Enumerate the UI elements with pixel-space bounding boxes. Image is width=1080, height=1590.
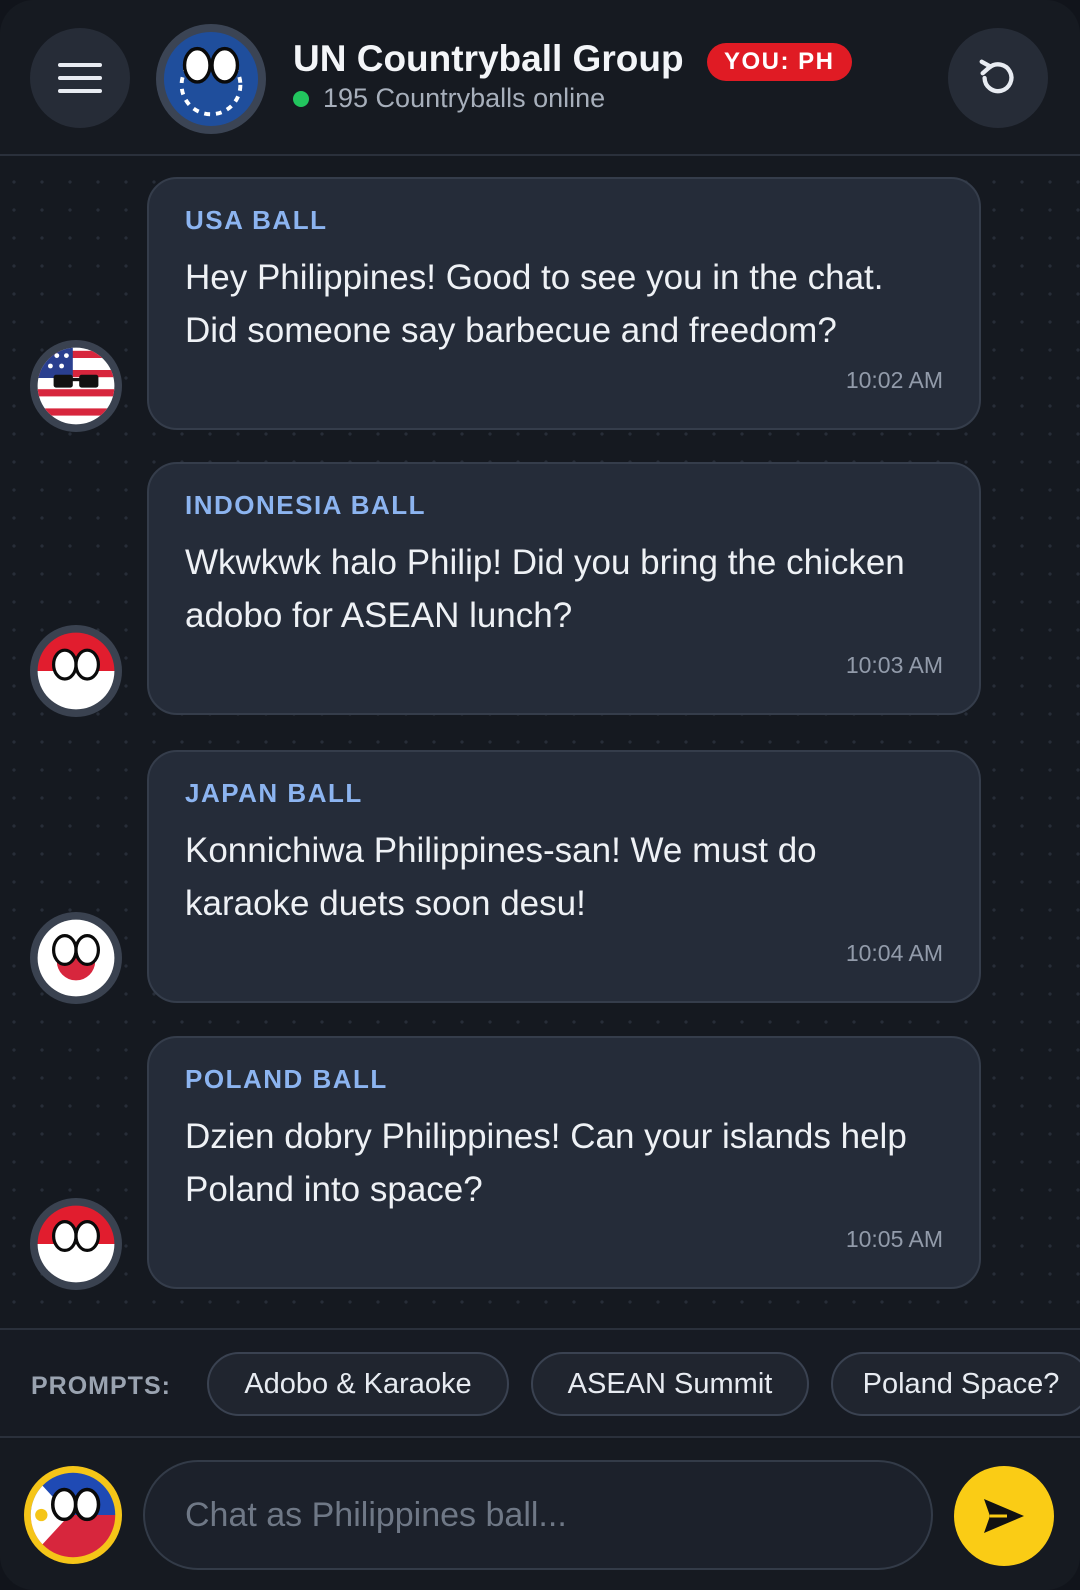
poland-ball-avatar[interactable] xyxy=(30,1198,122,1290)
message-timestamp: 10:04 AM xyxy=(845,940,943,966)
chat-header: UN Countryball Group YOU: PH 195 Country… xyxy=(0,0,1080,156)
message-text: Dzien dobry Philippines! Can your island… xyxy=(185,1117,907,1209)
indonesia-ball-icon xyxy=(37,632,115,710)
message-text: Wkwkwk halo Philip! Did you bring the ch… xyxy=(185,543,905,635)
chat-app: UN Countryball Group YOU: PH 195 Country… xyxy=(0,0,1080,1590)
prompts-label: PROMPTS: xyxy=(31,1372,171,1400)
prompt-bar: PROMPTS: Adobo & Karaoke ASEAN Summit Po… xyxy=(0,1328,1080,1438)
message-composer xyxy=(0,1440,1080,1590)
menu-button[interactable] xyxy=(30,28,130,128)
poland-ball-icon xyxy=(37,1205,115,1283)
hamburger-menu-icon xyxy=(58,63,102,93)
message-timestamp: 10:03 AM xyxy=(845,652,943,678)
message-text: Konnichiwa Philippines-san! We must do k… xyxy=(185,831,817,923)
message-sender: USA BALL xyxy=(185,205,328,235)
prompt-chip-adobo[interactable]: Adobo & Karaoke xyxy=(207,1352,509,1416)
group-avatar[interactable] xyxy=(156,24,266,134)
philippines-ball-icon xyxy=(30,1472,116,1558)
refresh-button[interactable] xyxy=(948,28,1048,128)
online-count: 195 Countryballs online xyxy=(323,83,606,113)
online-status-dot xyxy=(293,91,309,107)
chat-input[interactable] xyxy=(143,1460,933,1570)
message-sender: POLAND BALL xyxy=(185,1064,388,1094)
message-bubble: INDONESIA BALL Wkwkwk halo Philip! Did y… xyxy=(147,462,981,715)
message-timestamp: 10:02 AM xyxy=(845,367,943,393)
message-bubble: JAPAN BALL Konnichiwa Philippines-san! W… xyxy=(147,750,981,1003)
usa-ball-avatar[interactable] xyxy=(30,340,122,432)
prompt-chip-asean[interactable]: ASEAN Summit xyxy=(531,1352,809,1416)
group-title: UN Countryball Group xyxy=(293,38,684,79)
refresh-icon xyxy=(979,59,1014,94)
send-button[interactable] xyxy=(954,1466,1054,1566)
message-bubble: USA BALL Hey Philippines! Good to see yo… xyxy=(147,177,981,430)
send-icon xyxy=(984,1499,1024,1533)
user-badge: YOU: PH xyxy=(707,43,852,81)
un-ball-icon xyxy=(163,31,259,127)
message-sender: INDONESIA BALL xyxy=(185,490,427,520)
message-sender: JAPAN BALL xyxy=(185,778,363,808)
message-bubble: POLAND BALL Dzien dobry Philippines! Can… xyxy=(147,1036,981,1289)
prompt-chip-poland[interactable]: Poland Space? xyxy=(831,1352,1080,1416)
message-text: Hey Philippines! Good to see you in the … xyxy=(185,258,884,350)
message-timestamp: 10:05 AM xyxy=(845,1226,943,1252)
usa-ball-icon xyxy=(37,347,115,425)
indonesia-ball-avatar[interactable] xyxy=(30,625,122,717)
japan-ball-icon xyxy=(37,919,115,997)
japan-ball-avatar[interactable] xyxy=(30,912,122,1004)
philippines-ball-avatar[interactable] xyxy=(24,1466,122,1564)
